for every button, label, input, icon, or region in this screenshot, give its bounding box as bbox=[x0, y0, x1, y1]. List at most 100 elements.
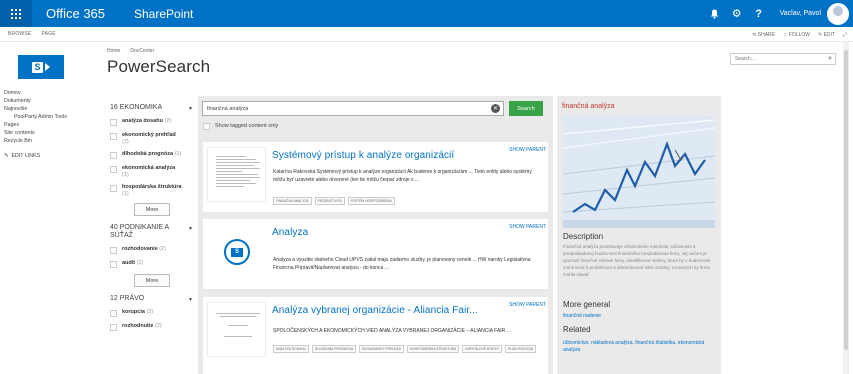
term-description: Finančná analýza predstavuje ohodnotenie… bbox=[563, 244, 711, 277]
follow-button[interactable]: ☆ FOLLOW bbox=[783, 32, 810, 38]
settings-gear-icon[interactable]: ⚙ bbox=[726, 0, 748, 27]
tag-chip[interactable]: KAPITÁLOVÉ STATKY bbox=[462, 345, 503, 353]
nav-item-recycle-bin[interactable]: Recycle Bin bbox=[4, 137, 67, 145]
help-icon[interactable]: ? bbox=[748, 0, 770, 27]
edit-button[interactable]: ✎ EDIT bbox=[818, 32, 835, 38]
refiner-label: ekonomická analýza bbox=[122, 165, 176, 171]
caret-down-icon[interactable]: ▼ bbox=[188, 226, 193, 232]
result-card: Systémový prístup k analýze organizácií … bbox=[203, 142, 548, 212]
caret-down-icon[interactable]: ▼ bbox=[188, 297, 193, 303]
avatar[interactable] bbox=[827, 2, 849, 25]
refiner-checkbox[interactable] bbox=[110, 152, 117, 159]
breadcrumb-doccenter[interactable]: DocCenter bbox=[130, 48, 154, 54]
refiner-group-header[interactable]: 40 PODNIKANIE A SÚŤAŽ ▼ bbox=[110, 224, 195, 240]
result-title[interactable]: Systémový prístup k analýze organizácií bbox=[272, 150, 454, 161]
edit-links-button[interactable]: ✎ EDIT LINKS bbox=[4, 152, 67, 160]
refiner-item[interactable]: rozhodovanie (2) bbox=[110, 246, 195, 254]
tagged-checkbox[interactable] bbox=[203, 123, 210, 130]
refiner-checkbox[interactable] bbox=[110, 247, 117, 254]
logo-arrow-icon bbox=[45, 63, 50, 71]
show-parent-link[interactable]: SHOW PARENT bbox=[509, 224, 546, 230]
refiner-checkbox[interactable] bbox=[110, 324, 117, 331]
refiner-count: (1) bbox=[122, 171, 129, 178]
breadcrumb-home[interactable]: Home bbox=[107, 48, 120, 54]
refiner-item[interactable]: ekonomický prehľad (2) bbox=[110, 132, 195, 145]
refiner-checkbox[interactable] bbox=[110, 310, 117, 317]
more-button[interactable]: More bbox=[134, 203, 170, 216]
refiner-checkbox[interactable] bbox=[110, 133, 117, 140]
related-links[interactable]: účtovníctvo, nákladová analýza, finančná… bbox=[563, 340, 713, 354]
site-logo[interactable]: S bbox=[18, 55, 64, 79]
document-thumbnail[interactable] bbox=[207, 302, 266, 357]
nav-item-site-contents[interactable]: Site contents bbox=[4, 129, 67, 137]
refiner-label: hospodárska štruktúra bbox=[122, 184, 182, 190]
notifications-bell-icon[interactable] bbox=[704, 0, 726, 27]
office365-brand[interactable]: Office 365 bbox=[46, 6, 116, 21]
nav-item-dokumenty[interactable]: Dokumenty bbox=[4, 97, 67, 105]
clear-icon[interactable]: ✕ bbox=[491, 104, 500, 113]
star-icon: ☆ bbox=[783, 31, 788, 38]
tag-chip[interactable]: PRODUKTIVITA bbox=[314, 197, 345, 205]
refiner-checkbox[interactable] bbox=[110, 261, 117, 268]
refiner-label: rozhodovanie bbox=[122, 246, 158, 252]
tag-chip[interactable]: DLHODOBÁ PROGNÓZA bbox=[311, 345, 357, 353]
result-snippet: Katarína Rakovská Systémový prístup k an… bbox=[273, 169, 532, 183]
refiner-label: korupcia bbox=[122, 309, 145, 315]
refiner-label: dlhodobá prognóza bbox=[122, 151, 174, 157]
site-search-placeholder: Search... bbox=[735, 56, 756, 62]
refiner-item[interactable]: ekonomická analýza (1) bbox=[110, 165, 195, 178]
follow-label: FOLLOW bbox=[788, 31, 810, 38]
refiner-checkbox[interactable] bbox=[110, 185, 117, 192]
result-snippet: Analyza a vyuzitie statneho Cloud UPVS z… bbox=[273, 257, 531, 271]
refiner-item[interactable]: analýza dosahu (2) bbox=[110, 118, 195, 126]
show-parent-link[interactable]: SHOW PARENT bbox=[509, 302, 546, 308]
nav-item-pages[interactable]: Pages bbox=[4, 121, 67, 129]
nav-item-domov[interactable]: Domov bbox=[4, 89, 67, 97]
refiner-group-header[interactable]: 12 PRÁVO ▼ bbox=[110, 295, 195, 303]
refiner-count: (2) bbox=[155, 323, 162, 329]
show-parent-link[interactable]: SHOW PARENT bbox=[509, 147, 546, 153]
nav-item-poolparty[interactable]: PoolParty Admin Tools bbox=[4, 113, 67, 121]
user-name[interactable]: Vaclav, Pavol bbox=[780, 10, 821, 17]
nav-item-najnovsie[interactable]: Najnovšie bbox=[4, 105, 67, 113]
page-scrollbar[interactable] bbox=[843, 42, 849, 374]
site-search-input[interactable]: Search... ⌕ bbox=[730, 53, 836, 65]
tag-chip[interactable]: HOSPODÁRSKA ŠTRUKTÚRA bbox=[407, 345, 460, 353]
refiner-item[interactable]: hospodárska štruktúra (1) bbox=[110, 184, 195, 197]
tagged-content-toggle[interactable]: Show tagged content only bbox=[203, 122, 278, 130]
search-icon[interactable]: ⌕ bbox=[828, 55, 832, 63]
refiner-count: (2) bbox=[159, 246, 167, 252]
focus-content-icon[interactable]: ⤢ bbox=[843, 32, 847, 38]
waffle-icon bbox=[11, 8, 21, 19]
result-title[interactable]: Analýza vybranej organizácie - Aliancia … bbox=[272, 305, 478, 316]
document-thumbnail[interactable] bbox=[207, 147, 266, 202]
refiner-item[interactable]: audit (1) bbox=[110, 260, 195, 268]
tab-browse[interactable]: BROWSE bbox=[8, 31, 31, 37]
tag-chip[interactable]: EKONOMICKÝ PREHĽAD bbox=[359, 345, 405, 353]
caret-down-icon[interactable]: ▼ bbox=[188, 106, 193, 112]
sharepoint-brand[interactable]: SharePoint bbox=[134, 7, 193, 21]
refiner-item[interactable]: korupcia (2) bbox=[110, 309, 195, 317]
tab-page[interactable]: PAGE bbox=[41, 31, 55, 37]
refiner-item[interactable]: rozhodnutie (2) bbox=[110, 323, 195, 331]
document-preview-lines bbox=[216, 156, 260, 189]
refiner-checkbox[interactable] bbox=[110, 166, 117, 173]
refiner-checkbox[interactable] bbox=[110, 119, 117, 126]
tag-chip[interactable]: ANALÝZA DOSAHU bbox=[273, 345, 309, 353]
scrollbar-thumb[interactable] bbox=[844, 50, 848, 350]
document-thumbnail[interactable]: S bbox=[207, 224, 266, 279]
search-button[interactable]: Search bbox=[509, 101, 543, 116]
result-title[interactable]: Analyza bbox=[272, 227, 308, 238]
app-launcher-button[interactable] bbox=[0, 0, 32, 27]
refiner-item[interactable]: dlhodobá prognóza (1) bbox=[110, 151, 195, 159]
search-input[interactable]: finančná analýza ✕ bbox=[202, 101, 504, 116]
edit-links-label: EDIT LINKS bbox=[11, 153, 41, 159]
more-button[interactable]: More bbox=[134, 274, 170, 287]
refiner-group-header[interactable]: 16 EKONOMIKA ▼ bbox=[110, 104, 195, 112]
more-general-link[interactable]: finančné riadenie bbox=[563, 313, 713, 320]
tag-chip[interactable]: FINANČNÁ ANALÝZA bbox=[273, 197, 312, 205]
refiner-count: (2) bbox=[122, 138, 129, 145]
tag-chip[interactable]: PLÁN ROZVOJA bbox=[505, 345, 537, 353]
share-button[interactable]: ⟲ SHARE bbox=[752, 32, 775, 38]
tag-chip[interactable]: SYSTÉM HOSPODÁRENIA bbox=[347, 197, 395, 205]
